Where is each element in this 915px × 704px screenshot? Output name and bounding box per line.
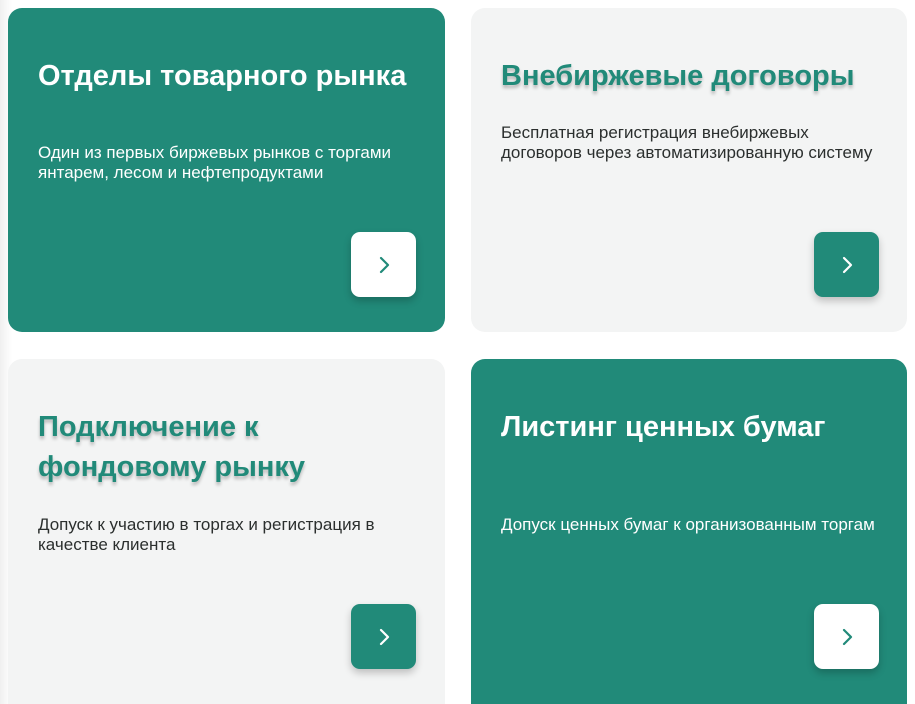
card-otc-contracts-button[interactable]	[814, 232, 879, 297]
card-securities-listing-button[interactable]	[814, 604, 879, 669]
card-description: Допуск к участию в торгах и регистрация …	[38, 515, 375, 554]
card-title: Подключение к фондовому рынку	[38, 411, 306, 483]
card-title: Отделы товарного рынка	[38, 60, 407, 92]
card-securities-listing[interactable]: Листинг ценных бумаг Допуск ценных бумаг…	[471, 359, 907, 704]
chevron-right-icon	[379, 256, 389, 273]
card-description: Допуск ценных бумаг к организованным тор…	[501, 515, 875, 534]
chevron-right-icon	[379, 628, 389, 645]
chevron-right-icon	[842, 256, 852, 273]
card-commodity-market-button[interactable]	[351, 232, 416, 297]
card-title: Внебиржевые договоры	[501, 60, 855, 92]
card-stock-market-connection[interactable]: Подключение к фондовому рынку Допуск к у…	[8, 359, 445, 704]
services-grid: Отделы товарного рынка Один из первых би…	[0, 0, 915, 704]
card-otc-contracts[interactable]: Внебиржевые договоры Бесплатная регистра…	[471, 8, 907, 332]
chevron-right-icon	[842, 628, 852, 645]
card-description: Бесплатная регистрация внебиржевых догов…	[501, 123, 873, 162]
card-commodity-market[interactable]: Отделы товарного рынка Один из первых би…	[8, 8, 445, 332]
card-title: Листинг ценных бумаг	[501, 411, 826, 443]
card-description: Один из первых биржевых рынков с торгами…	[38, 143, 392, 182]
card-stock-market-connection-button[interactable]	[351, 604, 416, 669]
